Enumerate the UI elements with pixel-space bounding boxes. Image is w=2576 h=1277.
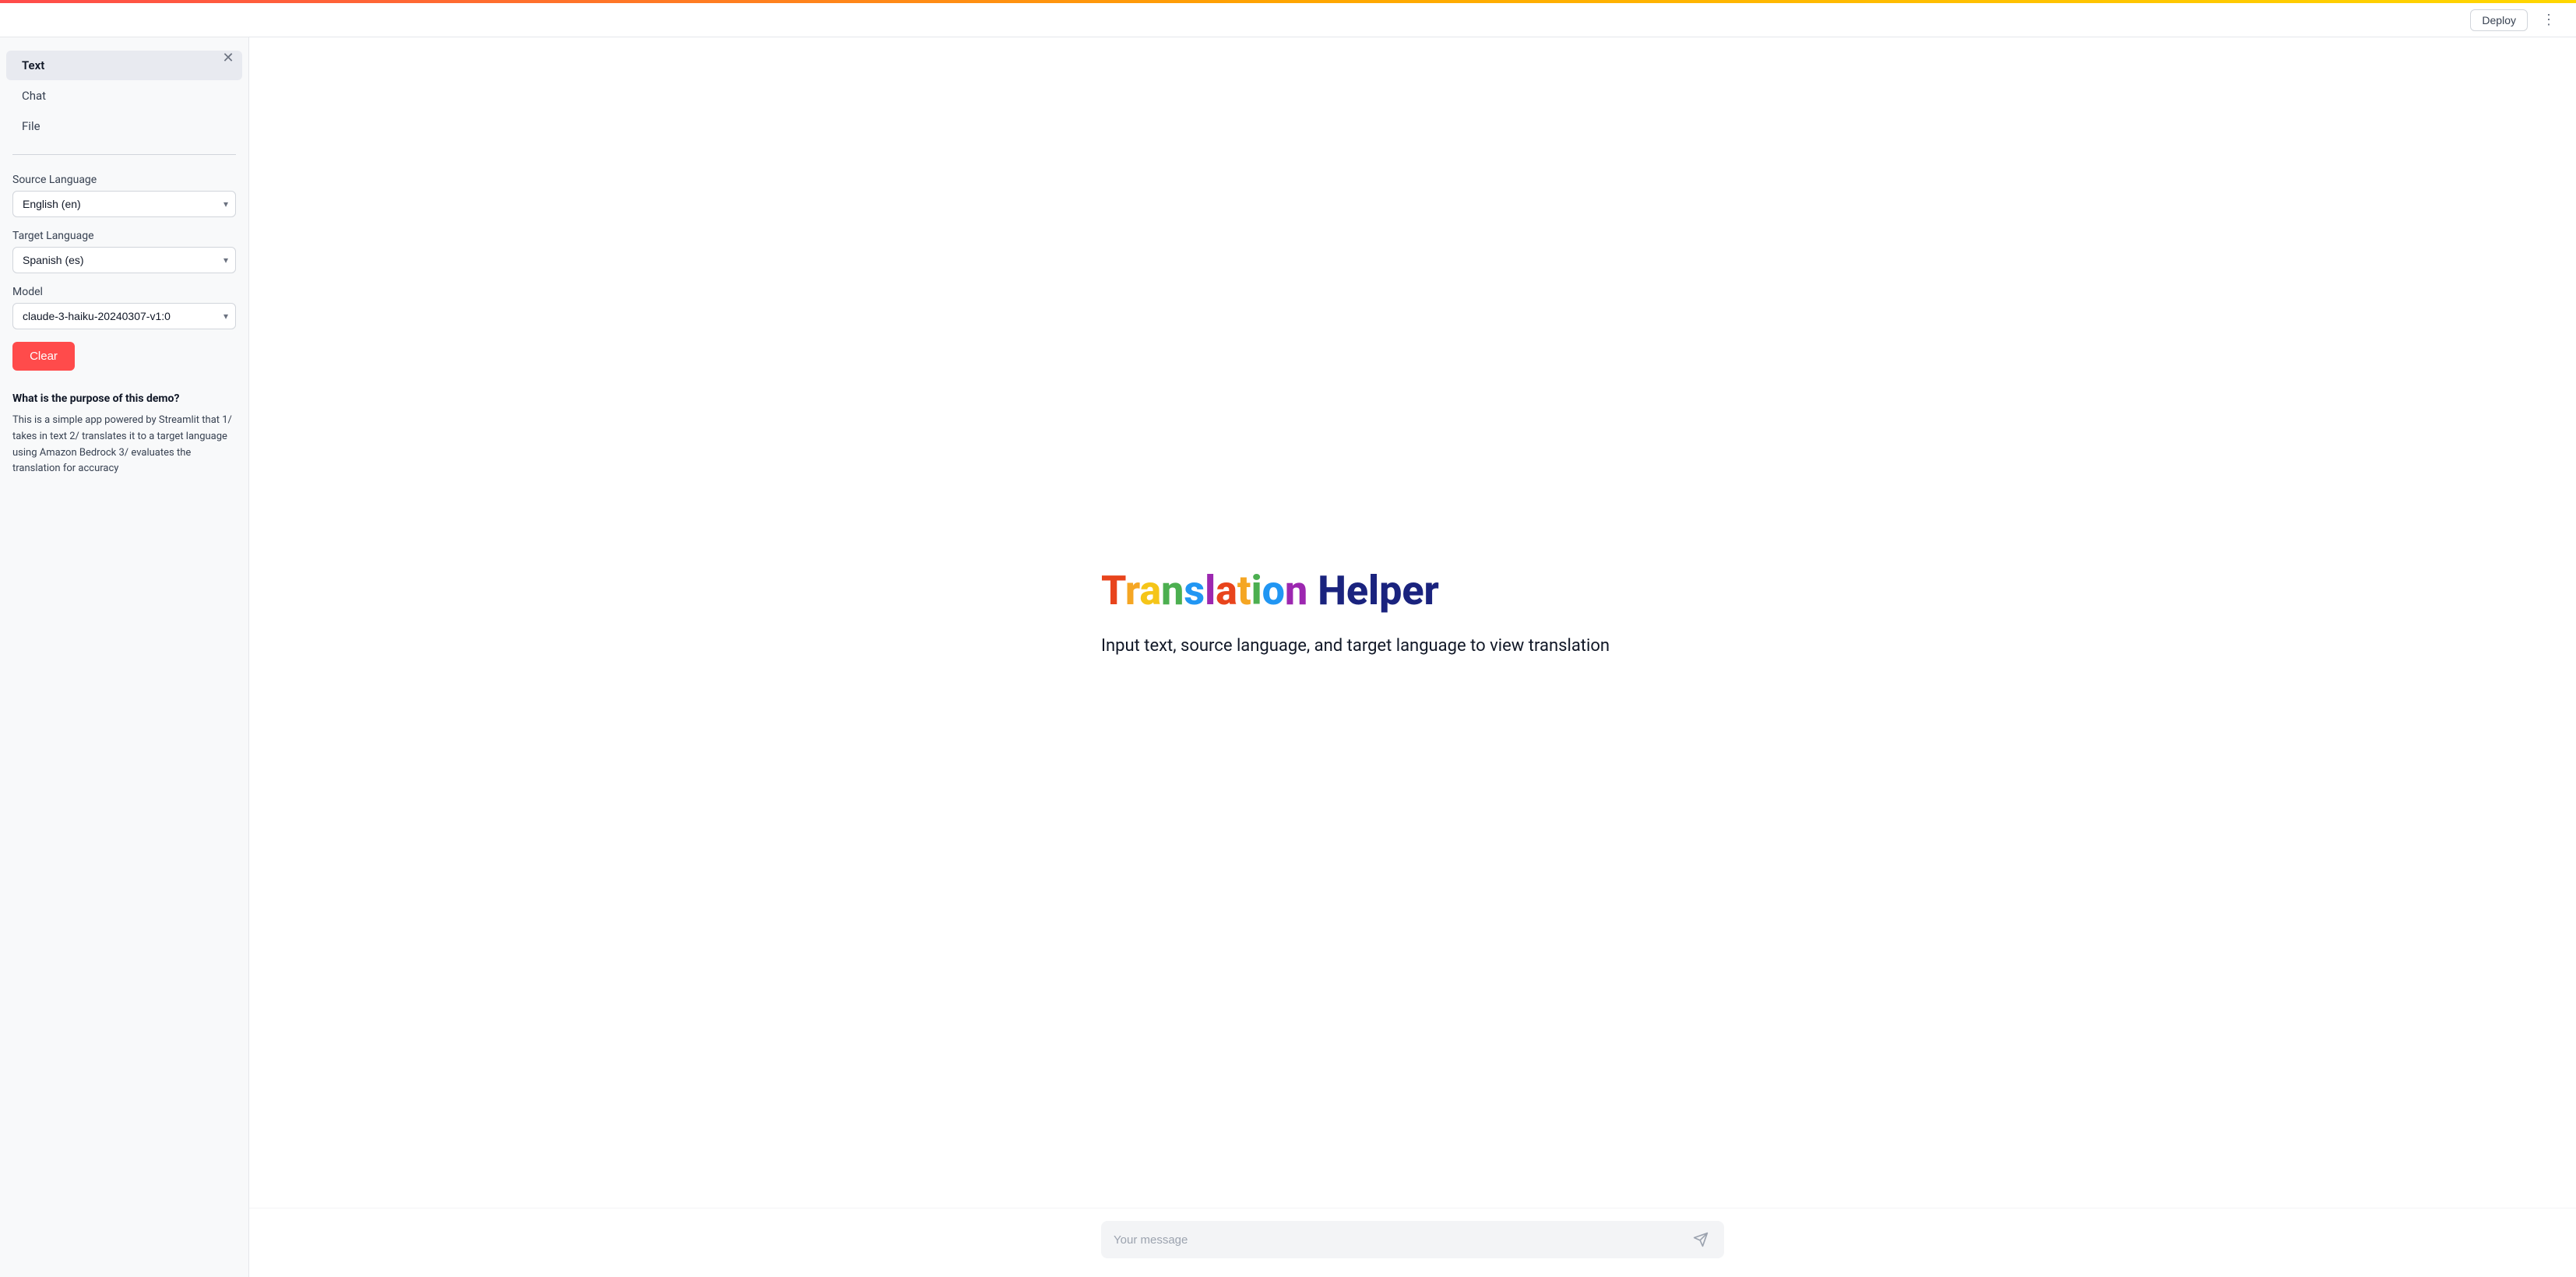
title-char-T: T	[1101, 567, 1125, 614]
close-icon: ✕	[222, 50, 234, 66]
demo-description: This is a simple app powered by Streamli…	[12, 413, 236, 477]
deploy-button[interactable]: Deploy	[2470, 9, 2528, 31]
chat-input[interactable]	[1114, 1233, 1682, 1247]
chat-input-wrapper	[1101, 1221, 1724, 1258]
app-container: ✕ Text Chat File Source Language English	[0, 0, 2576, 1277]
target-language-select[interactable]: Spanish (es) English (en) French (fr) Ge…	[12, 247, 236, 273]
title-char-n: n	[1161, 567, 1184, 614]
source-language-select-wrapper: English (en) Spanish (es) French (fr) Ge…	[12, 191, 236, 217]
title-container: Translation Helper Input text, source la…	[1101, 568, 1724, 659]
send-icon	[1693, 1232, 1709, 1247]
main-content: Translation Helper Input text, source la…	[249, 37, 2576, 1277]
source-language-select[interactable]: English (en) Spanish (es) French (fr) Ge…	[12, 191, 236, 217]
title-char-s: s	[1184, 567, 1205, 614]
target-language-group: Target Language Spanish (es) English (en…	[12, 230, 236, 273]
app-title: Translation Helper	[1101, 568, 1724, 614]
menu-button[interactable]: ⋮	[2537, 9, 2560, 31]
title-translation: Translation	[1101, 567, 1318, 614]
title-helper: Helper	[1318, 567, 1439, 614]
source-language-label: Source Language	[12, 174, 236, 186]
title-char-a: a	[1139, 567, 1161, 614]
target-language-select-wrapper: Spanish (es) English (en) French (fr) Ge…	[12, 247, 236, 273]
sidebar-nav: Text Chat File	[0, 37, 248, 148]
title-char-r: r	[1125, 567, 1140, 614]
title-char-o: o	[1262, 567, 1285, 614]
top-gradient-bar	[0, 0, 2576, 3]
model-select[interactable]: claude-3-haiku-20240307-v1:0 claude-3-so…	[12, 303, 236, 329]
header-bar: Deploy ⋮	[0, 3, 2576, 37]
demo-title: What is the purpose of this demo?	[12, 392, 236, 405]
app-subtitle: Input text, source language, and target …	[1101, 633, 1646, 659]
sidebar: ✕ Text Chat File Source Language English	[0, 37, 249, 1277]
sidebar-item-chat[interactable]: Chat	[6, 81, 242, 111]
source-language-group: Source Language English (en) Spanish (es…	[12, 174, 236, 217]
target-language-label: Target Language	[12, 230, 236, 242]
sidebar-controls: Source Language English (en) Spanish (es…	[0, 161, 248, 383]
model-group: Model claude-3-haiku-20240307-v1:0 claud…	[12, 286, 236, 329]
content-area: Translation Helper Input text, source la…	[249, 37, 2576, 1208]
model-select-wrapper: claude-3-haiku-20240307-v1:0 claude-3-so…	[12, 303, 236, 329]
close-sidebar-button[interactable]: ✕	[217, 47, 239, 69]
title-char-l: l	[1205, 567, 1216, 614]
sidebar-item-file[interactable]: File	[6, 111, 242, 141]
sidebar-item-text[interactable]: Text	[6, 51, 242, 80]
sidebar-divider	[12, 154, 236, 155]
chat-input-area	[249, 1208, 2576, 1277]
title-char-t2: t	[1237, 567, 1251, 614]
clear-button[interactable]: Clear	[12, 342, 75, 371]
title-char-n2: n	[1285, 567, 1307, 614]
demo-section: What is the purpose of this demo? This i…	[0, 383, 248, 496]
model-label: Model	[12, 286, 236, 298]
send-button[interactable]	[1690, 1229, 1712, 1251]
title-char-i: i	[1251, 567, 1262, 614]
title-char-a2: a	[1216, 567, 1237, 614]
